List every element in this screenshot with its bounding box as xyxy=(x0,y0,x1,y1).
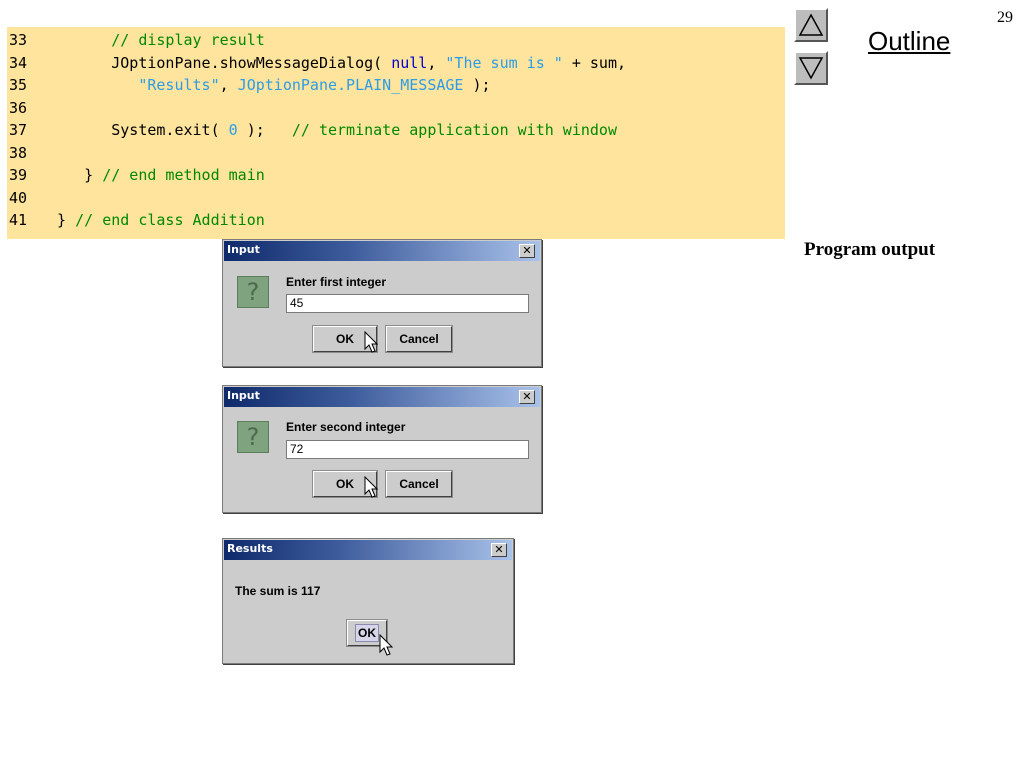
question-icon: ? xyxy=(237,421,269,453)
code-token: // end method main xyxy=(102,166,265,184)
result-message: The sum is 117 xyxy=(235,584,321,598)
code-token: System.exit( xyxy=(39,121,229,139)
code-token: ); xyxy=(463,76,491,94)
slide-number: 29 xyxy=(997,9,1013,26)
dialog-prompt: Enter second integer xyxy=(286,420,406,434)
code-line: 36 xyxy=(7,97,39,119)
cancel-button[interactable]: Cancel xyxy=(385,470,453,498)
triangle-down-icon xyxy=(798,57,824,80)
close-icon[interactable]: ✕ xyxy=(519,244,535,258)
dialog-titlebar[interactable]: Input ✕ xyxy=(224,387,540,407)
code-line: 34 JOptionPane.showMessageDialog( null, … xyxy=(7,52,626,74)
code-line: 40 xyxy=(7,187,39,209)
question-icon: ? xyxy=(237,276,269,308)
code-line: 35 "Results", JOptionPane.PLAIN_MESSAGE … xyxy=(7,74,491,96)
code-token: ); xyxy=(237,121,292,139)
program-output-label: Program output xyxy=(804,239,936,260)
code-token: } xyxy=(39,211,76,229)
code-token: "Results" xyxy=(138,76,220,94)
integer-input-field[interactable]: 72 xyxy=(286,440,529,459)
cancel-button-label: Cancel xyxy=(399,332,439,346)
previous-slide-button[interactable] xyxy=(794,8,828,42)
close-icon[interactable]: ✕ xyxy=(491,543,507,557)
ok-button-label: OK xyxy=(336,477,354,491)
code-token: 0 xyxy=(228,121,238,139)
input-dialog-second: Input ✕ ? Enter second integer 72 OK Can… xyxy=(222,385,542,513)
integer-input-field[interactable]: 45 xyxy=(286,294,529,313)
close-icon[interactable]: ✕ xyxy=(519,390,535,404)
mouse-pointer-icon xyxy=(379,634,394,656)
line-number: 41 xyxy=(9,211,28,229)
code-line: 33 // display result xyxy=(7,29,265,51)
mouse-pointer-icon xyxy=(364,331,379,353)
line-number: 33 xyxy=(9,31,28,49)
outline-link[interactable]: Outline xyxy=(868,26,950,57)
dialog-prompt: Enter first integer xyxy=(286,275,387,289)
dialog-title: Results xyxy=(227,542,273,555)
code-token: "The sum is " xyxy=(445,53,563,72)
input-dialog-first: Input ✕ ? Enter first integer 45 OK Canc… xyxy=(222,239,542,367)
results-dialog: Results ✕ The sum is 117 OK xyxy=(222,538,514,664)
line-number: 37 xyxy=(9,121,28,139)
cancel-button-label: Cancel xyxy=(399,477,439,491)
code-token: , xyxy=(427,53,446,72)
code-line: 37 System.exit( 0 ); // terminate applic… xyxy=(7,119,617,141)
code-line: 39 } // end method main xyxy=(7,164,265,186)
line-number: 36 xyxy=(9,98,28,117)
dialog-titlebar[interactable]: Results ✕ xyxy=(224,540,512,560)
code-token: JOptionPane.showMessageDialog( xyxy=(39,53,392,72)
line-number: 34 xyxy=(9,53,28,72)
line-number: 39 xyxy=(9,166,28,184)
code-token: JOptionPane.PLAIN_MESSAGE xyxy=(237,76,464,94)
dialog-titlebar[interactable]: Input ✕ xyxy=(224,241,540,261)
code-line: 41 } // end class Addition xyxy=(7,209,265,231)
ok-button-label: OK xyxy=(355,624,379,642)
next-slide-button[interactable] xyxy=(794,51,828,85)
code-token: // terminate application with window xyxy=(291,121,617,139)
cancel-button[interactable]: Cancel xyxy=(385,325,453,353)
ok-button-label: OK xyxy=(336,332,354,346)
code-listing: 33 // display result 34 JOptionPane.showM… xyxy=(7,27,785,239)
code-token: // end class Addition xyxy=(75,211,265,229)
line-number: 38 xyxy=(9,143,28,162)
mouse-pointer-icon xyxy=(364,476,379,498)
code-line: 38 xyxy=(7,142,39,164)
line-number: 40 xyxy=(9,188,28,207)
dialog-title: Input xyxy=(227,243,260,256)
code-token: null xyxy=(391,53,428,72)
code-token: } xyxy=(39,166,103,184)
dialog-title: Input xyxy=(227,389,260,402)
code-token: + sum, xyxy=(562,53,627,72)
code-token: // display result xyxy=(111,31,265,49)
code-token: , xyxy=(219,76,238,94)
triangle-up-icon xyxy=(798,13,824,36)
line-number: 35 xyxy=(9,76,28,94)
